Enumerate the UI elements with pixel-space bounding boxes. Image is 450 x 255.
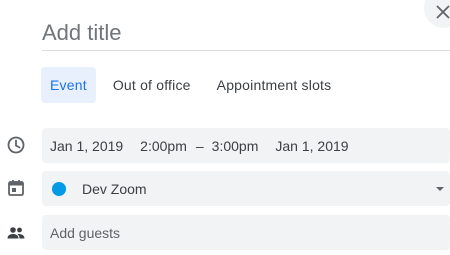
start-time[interactable]: 2:00pm [140,138,187,154]
end-time[interactable]: 3:00pm [212,138,259,154]
calendar-icon [6,178,26,198]
tab-out-of-office[interactable]: Out of office [104,67,200,103]
clock-icon [6,135,26,155]
people-icon [6,223,26,243]
guests-input[interactable] [50,224,450,241]
calendar-color-dot [52,181,66,196]
calendar-name: Dev Zoom [82,180,147,197]
end-date[interactable]: Jan 1, 2019 [275,138,348,154]
tab-event[interactable]: Event [41,67,96,103]
calendar-select[interactable]: Dev Zoom [42,171,450,206]
start-date[interactable]: Jan 1, 2019 [50,138,123,154]
event-type-tabs: Event Out of office Appointment slots [41,67,348,103]
tab-appointment-slots[interactable]: Appointment slots [208,67,341,103]
chevron-down-icon [436,186,444,191]
title-input[interactable] [42,16,450,51]
guests-row [42,215,450,250]
datetime-row: Jan 1, 2019 2:00pm – 3:00pm Jan 1, 2019 [42,128,450,163]
time-separator: – [195,137,204,154]
